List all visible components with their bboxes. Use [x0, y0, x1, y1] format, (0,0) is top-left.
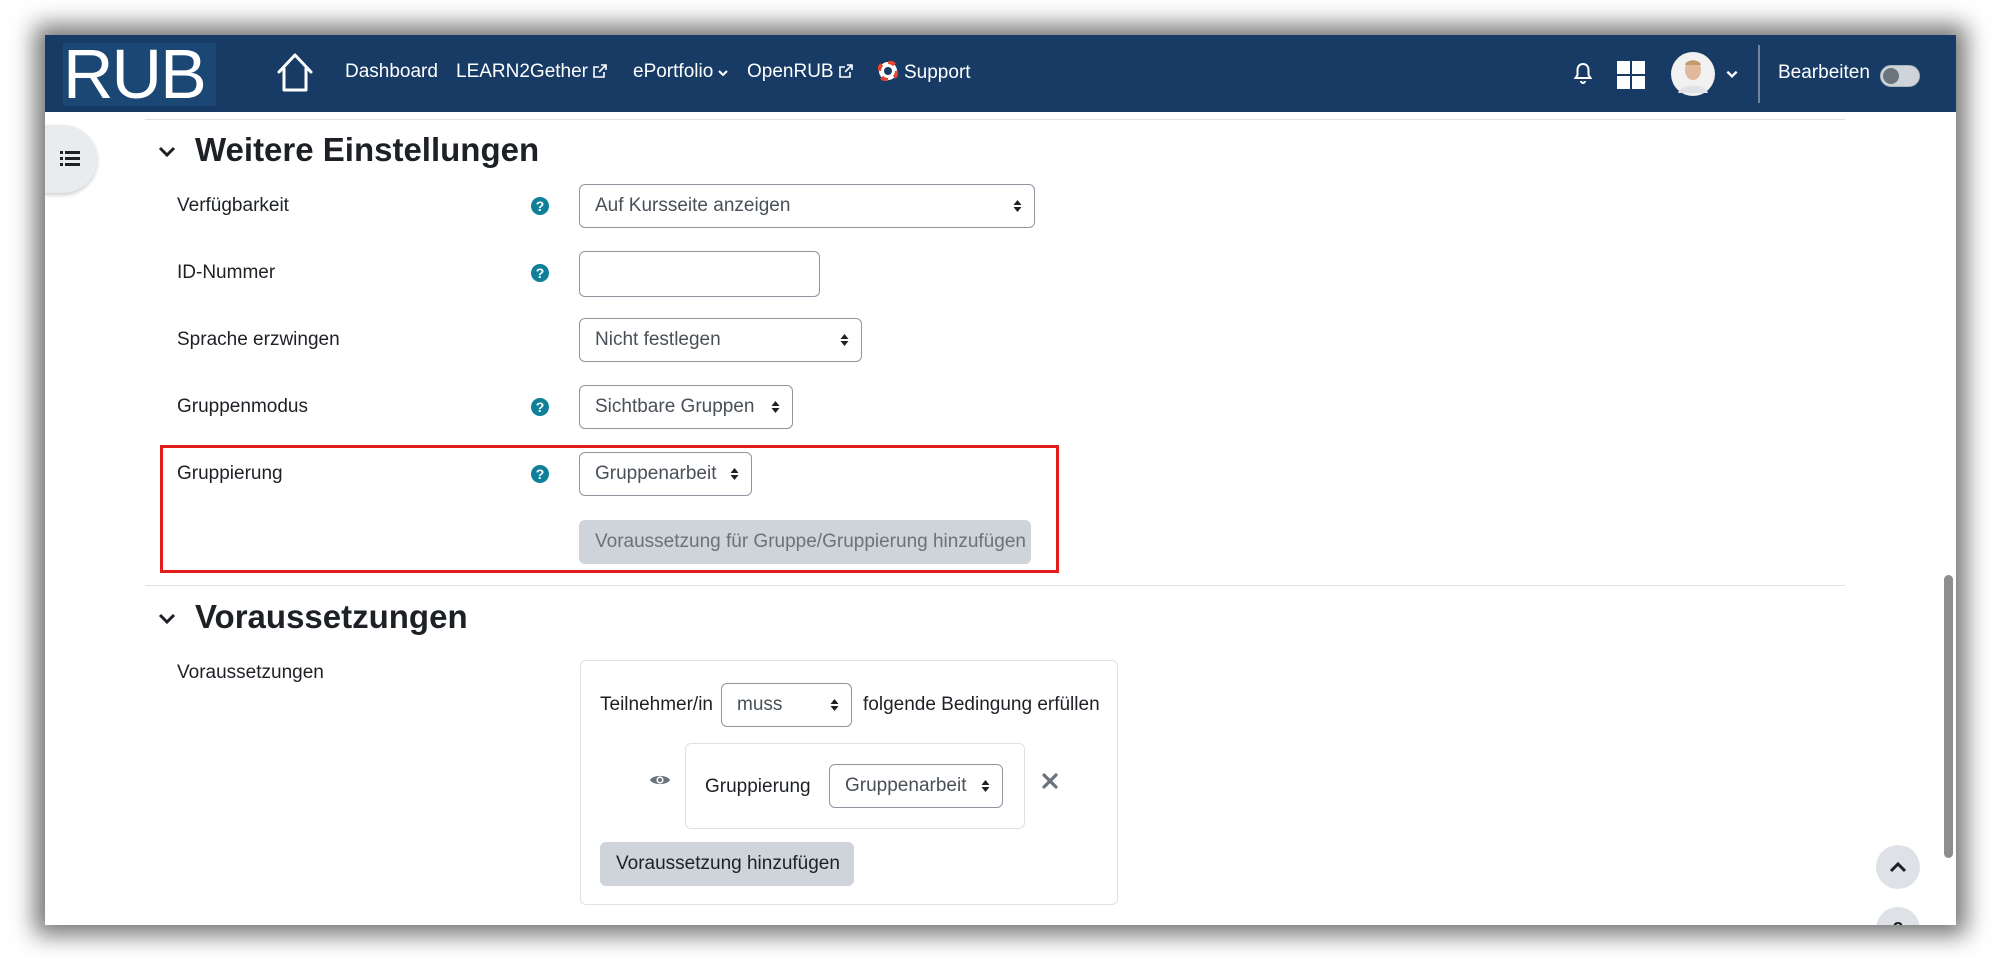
restriction-prefix: Teilnehmer/in: [600, 694, 713, 715]
gruppierung-select[interactable]: Gruppenarbeit: [579, 452, 752, 496]
divider: [145, 119, 1845, 120]
add-group-restriction-button[interactable]: Voraussetzung für Gruppe/Gruppierung hin…: [579, 520, 1031, 564]
nav-eportfolio[interactable]: ePortfolio: [633, 61, 729, 83]
home-icon[interactable]: [275, 50, 315, 94]
logo-text: RUB: [63, 43, 207, 106]
divider: [145, 585, 1845, 586]
back-to-top-button[interactable]: [1876, 845, 1920, 889]
nav-learn2gether-label: LEARN2Gether: [456, 61, 589, 82]
collapse-chevron-icon[interactable]: [157, 611, 177, 627]
verfuegbarkeit-select[interactable]: Auf Kursseite anzeigen: [579, 184, 1035, 228]
restriction-suffix: folgende Bedingung erfüllen: [863, 694, 1100, 715]
help-icon[interactable]: ?: [531, 398, 549, 416]
nav-support[interactable]: Support: [877, 60, 971, 84]
nav-dashboard[interactable]: Dashboard: [345, 61, 438, 83]
idnummer-label: ID-Nummer: [177, 262, 276, 283]
help-button-label: ?: [1893, 919, 1904, 926]
list-icon: [60, 151, 80, 166]
edit-mode-label: Bearbeiten: [1778, 62, 1870, 83]
nav-learn2gether[interactable]: LEARN2Gether: [456, 61, 608, 83]
select-arrows-icon: [1013, 200, 1022, 212]
condition-grouping-value: Gruppenarbeit: [845, 775, 967, 796]
verfuegbarkeit-value: Auf Kursseite anzeigen: [595, 195, 791, 216]
sprache-value: Nicht festlegen: [595, 329, 721, 350]
help-icon[interactable]: ?: [531, 465, 549, 483]
external-link-icon: [838, 64, 853, 78]
sprache-select[interactable]: Nicht festlegen: [579, 318, 862, 362]
chevron-up-icon: [1889, 861, 1907, 873]
collapse-chevron-icon[interactable]: [157, 144, 177, 160]
edit-mode-toggle[interactable]: [1880, 65, 1920, 87]
select-arrows-icon: [830, 699, 839, 711]
select-arrows-icon: [981, 780, 990, 792]
course-index-drawer-button[interactable]: [45, 125, 97, 193]
nav-support-label: Support: [904, 62, 971, 83]
nav-divider: [1758, 45, 1760, 103]
section-title-voraussetzungen[interactable]: Voraussetzungen: [195, 598, 468, 636]
condition-grouping-select[interactable]: Gruppenarbeit: [829, 764, 1003, 808]
top-navbar: RUB Dashboard LEARN2Gether ePortfolio Op…: [45, 35, 1956, 112]
add-restriction-button[interactable]: Voraussetzung hinzufügen: [600, 842, 854, 886]
select-arrows-icon: [730, 468, 739, 480]
condition-label: Gruppierung: [705, 776, 811, 797]
must-value: muss: [737, 694, 783, 715]
grid-apps-icon[interactable]: [1616, 60, 1646, 90]
scrollbar-thumb[interactable]: [1944, 575, 1953, 858]
voraussetzungen-label: Voraussetzungen: [177, 662, 324, 683]
help-button[interactable]: ?: [1876, 907, 1920, 925]
nav-openrub[interactable]: OpenRUB: [747, 61, 854, 83]
user-avatar[interactable]: [1670, 51, 1716, 97]
rub-logo[interactable]: RUB: [63, 43, 216, 106]
gruppenmodus-value: Sichtbare Gruppen: [595, 396, 755, 417]
toggle-knob: [1883, 68, 1899, 84]
help-icon[interactable]: ?: [531, 264, 549, 282]
chevron-down-icon[interactable]: [1725, 67, 1739, 81]
close-icon[interactable]: [1042, 773, 1058, 789]
select-arrows-icon: [771, 401, 780, 413]
bell-icon[interactable]: [1573, 61, 1593, 85]
lifebuoy-icon: [877, 60, 899, 82]
external-link-icon: [593, 64, 607, 78]
must-select[interactable]: muss: [721, 683, 852, 727]
idnummer-input[interactable]: [579, 251, 820, 297]
gruppenmodus-label: Gruppenmodus: [177, 396, 308, 417]
section-title-weitere-einstellungen[interactable]: Weitere Einstellungen: [195, 131, 539, 169]
chevron-down-icon: [718, 70, 728, 77]
eye-icon[interactable]: [649, 772, 671, 788]
gruppenmodus-select[interactable]: Sichtbare Gruppen: [579, 385, 793, 429]
verfuegbarkeit-label: Verfügbarkeit: [177, 195, 289, 216]
gruppierung-label: Gruppierung: [177, 463, 283, 484]
nav-openrub-label: OpenRUB: [747, 61, 834, 82]
sprache-label: Sprache erzwingen: [177, 329, 340, 350]
gruppierung-value: Gruppenarbeit: [595, 463, 717, 484]
nav-eportfolio-label: ePortfolio: [633, 61, 714, 82]
browser-window: RUB Dashboard LEARN2Gether ePortfolio Op…: [45, 35, 1956, 925]
select-arrows-icon: [840, 334, 849, 346]
help-icon[interactable]: ?: [531, 197, 549, 215]
